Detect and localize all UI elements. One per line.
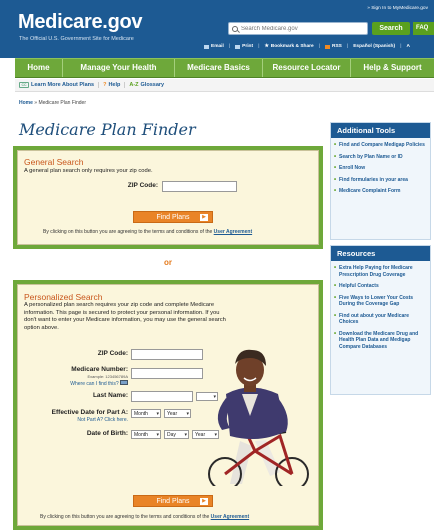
additional-tools-title: Additional Tools <box>331 123 430 138</box>
breadcrumb-current: » Medicare Plan Finder <box>32 100 86 106</box>
site-logo[interactable]: Medicare.gov <box>18 11 143 34</box>
print-link[interactable]: Print <box>235 44 253 49</box>
tools-divider: | <box>400 44 402 49</box>
email-link[interactable]: Email <box>204 44 224 49</box>
card-icon <box>120 380 128 385</box>
nav-tab-manage-health[interactable]: Manage Your Health <box>63 59 175 77</box>
personalized-search-intro: A personalized plan search requires your… <box>24 302 226 331</box>
resource-link-choices[interactable]: Find out about your Medicare Choices <box>334 313 425 326</box>
resources-box: Resources Extra Help Paying for Medicare… <box>330 245 431 395</box>
general-search-title: General Search <box>24 157 84 167</box>
not-part-a-link[interactable]: Not Part A? Click here. <box>38 417 128 423</box>
tool-link-formularies[interactable]: Find formularies in your area <box>334 177 425 184</box>
tool-link-enroll[interactable]: Enroll Now <box>334 165 425 172</box>
resources-title: Resources <box>331 246 430 261</box>
woman-bicycle-photo <box>208 349 309 486</box>
additional-tools-list: Find and Compare Medigap Policies Search… <box>331 138 430 204</box>
resource-link-coverage-gap[interactable]: Five Ways to Lower Your Costs During the… <box>334 295 425 308</box>
effective-date-label: Effective Date for Part A: <box>51 409 128 416</box>
tool-link-plan-search[interactable]: Search by Plan Name or ID <box>334 154 425 161</box>
medicare-number-label: Medicare Number: <box>71 366 128 373</box>
tool-link-complaint-form[interactable]: Medicare Complaint Form <box>334 188 425 195</box>
resource-link-download-data[interactable]: Download the Medicare Drug and Health Pl… <box>334 331 425 351</box>
arrow-right-icon: ▶ <box>200 214 208 221</box>
last-name-input[interactable] <box>131 391 193 402</box>
tools-divider: | <box>258 44 260 49</box>
bookmark-share-link[interactable]: ★ Bookmark & Share <box>264 44 313 49</box>
general-zip-input[interactable] <box>162 181 237 192</box>
resources-list: Extra Help Paying for Medicare Prescript… <box>331 261 430 359</box>
glossary-link[interactable]: A-Z Glossary <box>129 82 168 88</box>
general-agreement-text: By clicking on this button you are agree… <box>43 229 253 235</box>
or-divider: or <box>164 258 172 267</box>
nav-tab-home[interactable]: Home <box>15 59 63 77</box>
page-title: Medicare Plan Finder <box>19 120 196 139</box>
part-a-month-select[interactable]: Month <box>131 409 161 418</box>
rss-link[interactable]: RSS <box>325 44 342 49</box>
rss-icon <box>325 44 331 49</box>
text-size-link[interactable]: A <box>406 44 409 49</box>
medicare-number-input[interactable] <box>131 368 203 379</box>
search-box <box>228 22 368 35</box>
search-button[interactable]: Search <box>372 22 410 35</box>
site-header: Medicare.gov The Official U.S. Governmen… <box>0 0 434 58</box>
arrow-right-icon: ▶ <box>200 498 208 505</box>
help-link[interactable]: ? Help <box>103 82 126 88</box>
tools-divider: | <box>346 44 349 49</box>
additional-tools-box: Additional Tools Find and Compare Mediga… <box>330 122 431 240</box>
faq-button[interactable]: FAQ <box>413 22 434 35</box>
resource-link-contacts[interactable]: Helpful Contacts <box>334 283 425 290</box>
nav-tab-medicare-basics[interactable]: Medicare Basics <box>175 59 263 77</box>
tool-link-medigap[interactable]: Find and Compare Medigap Policies <box>334 142 425 149</box>
breadcrumb: Home » Medicare Plan Finder <box>19 100 86 106</box>
tools-divider: | <box>228 44 231 49</box>
nav-tab-resource-locator[interactable]: Resource Locator <box>263 59 351 77</box>
personalized-find-plans-button[interactable]: Find Plans ▶ <box>133 495 213 507</box>
last-name-label: Last Name: <box>92 392 128 399</box>
cc-icon: CC <box>19 82 29 88</box>
general-search-intro: A general plan search only requires your… <box>24 168 153 174</box>
search-input[interactable] <box>241 25 361 32</box>
resource-link-extra-help[interactable]: Extra Help Paying for Medicare Prescript… <box>334 265 425 278</box>
header-tools: Email | Print | ★ Bookmark & Share | RSS … <box>204 44 434 49</box>
general-user-agreement-link[interactable]: User Agreement <box>214 229 252 235</box>
star-icon: ★ <box>264 44 269 49</box>
tools-divider: | <box>318 44 321 49</box>
learn-more-link[interactable]: CC Learn More About Plans <box>19 82 100 88</box>
general-search-panel: General Search A general plan search onl… <box>13 146 323 249</box>
signin-link[interactable]: » Sign In to MyMedicare.gov <box>367 6 428 11</box>
personalized-user-agreement-link[interactable]: User Agreement <box>211 514 249 520</box>
part-a-year-select[interactable]: Year <box>164 409 191 418</box>
site-tagline: The Official U.S. Government Site for Me… <box>19 36 134 42</box>
spanish-link[interactable]: Español (Spanish) <box>353 44 395 49</box>
search-icon <box>232 25 238 32</box>
glossary-icon: A-Z <box>129 82 139 88</box>
personalized-zip-input[interactable] <box>131 349 203 360</box>
print-icon <box>235 44 241 49</box>
personalized-zip-label: ZIP Code: <box>97 350 128 357</box>
breadcrumb-home[interactable]: Home <box>19 100 33 106</box>
dob-month-select[interactable]: Month <box>131 430 161 439</box>
dob-label: Date of Birth: <box>86 430 128 437</box>
personalized-agreement-text: By clicking on this button you are agree… <box>40 514 250 520</box>
general-zip-label: ZIP Code: <box>127 182 158 189</box>
nav-tab-help-support[interactable]: Help & Support <box>351 59 434 77</box>
personalized-search-title: Personalized Search <box>24 292 103 302</box>
where-find-link[interactable]: Where can I find this? <box>56 380 128 387</box>
main-nav: Home Manage Your Health Medicare Basics … <box>15 58 434 78</box>
general-find-plans-button[interactable]: Find Plans ▶ <box>133 211 213 223</box>
dob-day-select[interactable]: Day <box>164 430 189 439</box>
email-icon <box>204 44 209 49</box>
question-icon: ? <box>103 82 107 88</box>
sub-toolbar: CC Learn More About Plans ? Help A-Z Glo… <box>15 79 434 92</box>
medicare-number-example: Example: 123456789A <box>87 374 128 379</box>
